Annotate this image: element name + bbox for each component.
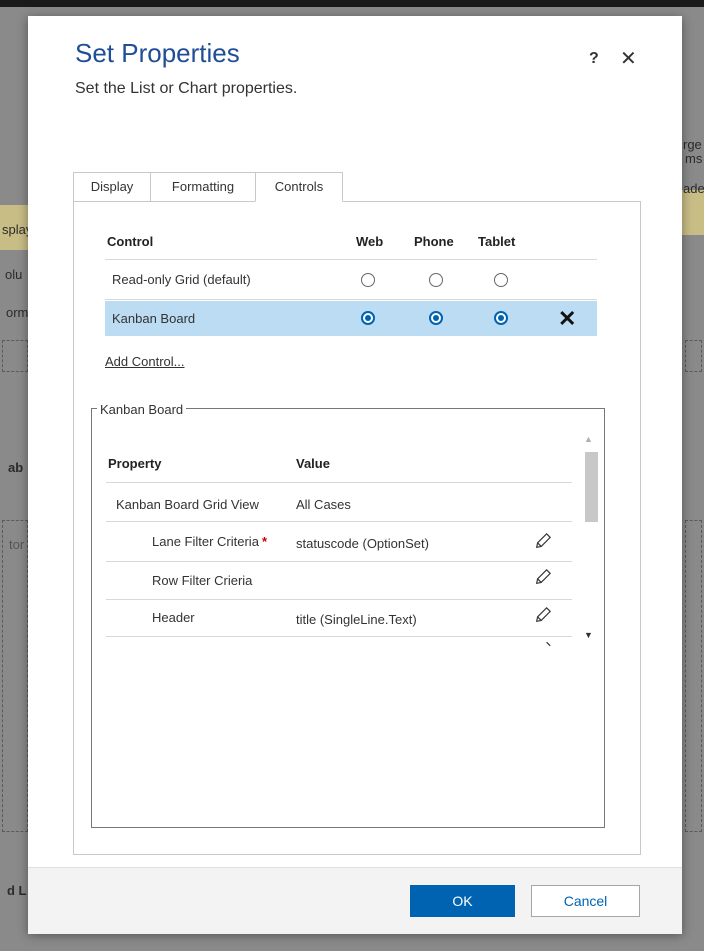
background-box bbox=[685, 340, 702, 372]
tab-formatting[interactable]: Formatting bbox=[150, 172, 256, 202]
property-name: Lane Filter Criteria * bbox=[152, 534, 267, 549]
tablet-column-header: Tablet bbox=[478, 234, 516, 249]
set-properties-dialog: Set Properties Set the List or Chart pro… bbox=[28, 16, 682, 934]
web-column-header: Web bbox=[356, 234, 384, 249]
property-name: Row Filter Crieria bbox=[152, 573, 253, 588]
value-column-header: Value bbox=[296, 456, 330, 471]
add-control-link[interactable]: Add Control... bbox=[105, 354, 185, 369]
background-fragment: ab bbox=[8, 460, 24, 475]
background-fragment: ade bbox=[683, 181, 704, 196]
divider bbox=[105, 259, 597, 260]
close-icon[interactable]: ✕ bbox=[620, 46, 637, 71]
divider bbox=[106, 599, 572, 600]
divider bbox=[106, 482, 572, 483]
property-value: title (SingleLine.Text) bbox=[296, 612, 417, 627]
ok-button[interactable]: OK bbox=[410, 885, 515, 917]
tab-controls[interactable]: Controls bbox=[255, 172, 343, 202]
property-name: Header bbox=[152, 610, 195, 625]
background-fragment: d L bbox=[7, 883, 27, 898]
remove-control-icon[interactable]: ✕ bbox=[558, 306, 576, 332]
background-box bbox=[2, 340, 28, 372]
tablet-radio[interactable] bbox=[494, 273, 508, 287]
edit-pencil-icon[interactable] bbox=[534, 606, 552, 624]
dialog-subtitle: Set the List or Chart properties. bbox=[75, 80, 298, 97]
control-column-header: Control bbox=[107, 234, 154, 249]
web-radio[interactable] bbox=[361, 311, 375, 325]
control-name: Kanban Board bbox=[112, 311, 196, 326]
edit-pencil-icon[interactable] bbox=[534, 640, 552, 648]
tablet-radio[interactable] bbox=[494, 311, 508, 325]
divider bbox=[105, 299, 597, 300]
phone-column-header: Phone bbox=[414, 234, 454, 249]
divider bbox=[106, 636, 572, 637]
cancel-button[interactable]: Cancel bbox=[531, 885, 640, 917]
background-banner-right bbox=[682, 190, 704, 235]
property-name: Kanban Board Grid View bbox=[116, 497, 259, 512]
scroll-down-arrow-icon[interactable]: ▼ bbox=[584, 630, 593, 640]
property-column-header: Property bbox=[108, 456, 162, 471]
background-fragment: ms bbox=[685, 151, 703, 166]
background-fragment: rge bbox=[683, 137, 702, 152]
edit-pencil-icon[interactable] bbox=[534, 568, 552, 586]
scroll-up-arrow-icon[interactable]: ▲ bbox=[584, 434, 593, 444]
phone-radio[interactable] bbox=[429, 273, 443, 287]
background-box bbox=[685, 520, 702, 832]
divider bbox=[106, 521, 572, 522]
property-group-legend: Kanban Board bbox=[97, 402, 187, 417]
background-fragment: orm bbox=[6, 305, 29, 320]
background-box bbox=[2, 520, 28, 832]
background-fragment: olu bbox=[5, 267, 23, 282]
control-name: Read-only Grid (default) bbox=[112, 272, 251, 287]
background-top-bar bbox=[0, 0, 704, 7]
property-value: statuscode (OptionSet) bbox=[296, 536, 429, 551]
divider bbox=[106, 561, 572, 562]
dialog-title: Set Properties bbox=[75, 38, 240, 68]
help-icon[interactable]: ? bbox=[589, 50, 599, 68]
web-radio[interactable] bbox=[361, 273, 375, 287]
edit-pencil-icon[interactable] bbox=[534, 532, 552, 550]
scrollbar-thumb[interactable] bbox=[585, 452, 598, 522]
phone-radio[interactable] bbox=[429, 311, 443, 325]
tab-display[interactable]: Display bbox=[73, 172, 151, 202]
required-marker: * bbox=[261, 534, 267, 549]
property-value: All Cases bbox=[296, 497, 351, 512]
